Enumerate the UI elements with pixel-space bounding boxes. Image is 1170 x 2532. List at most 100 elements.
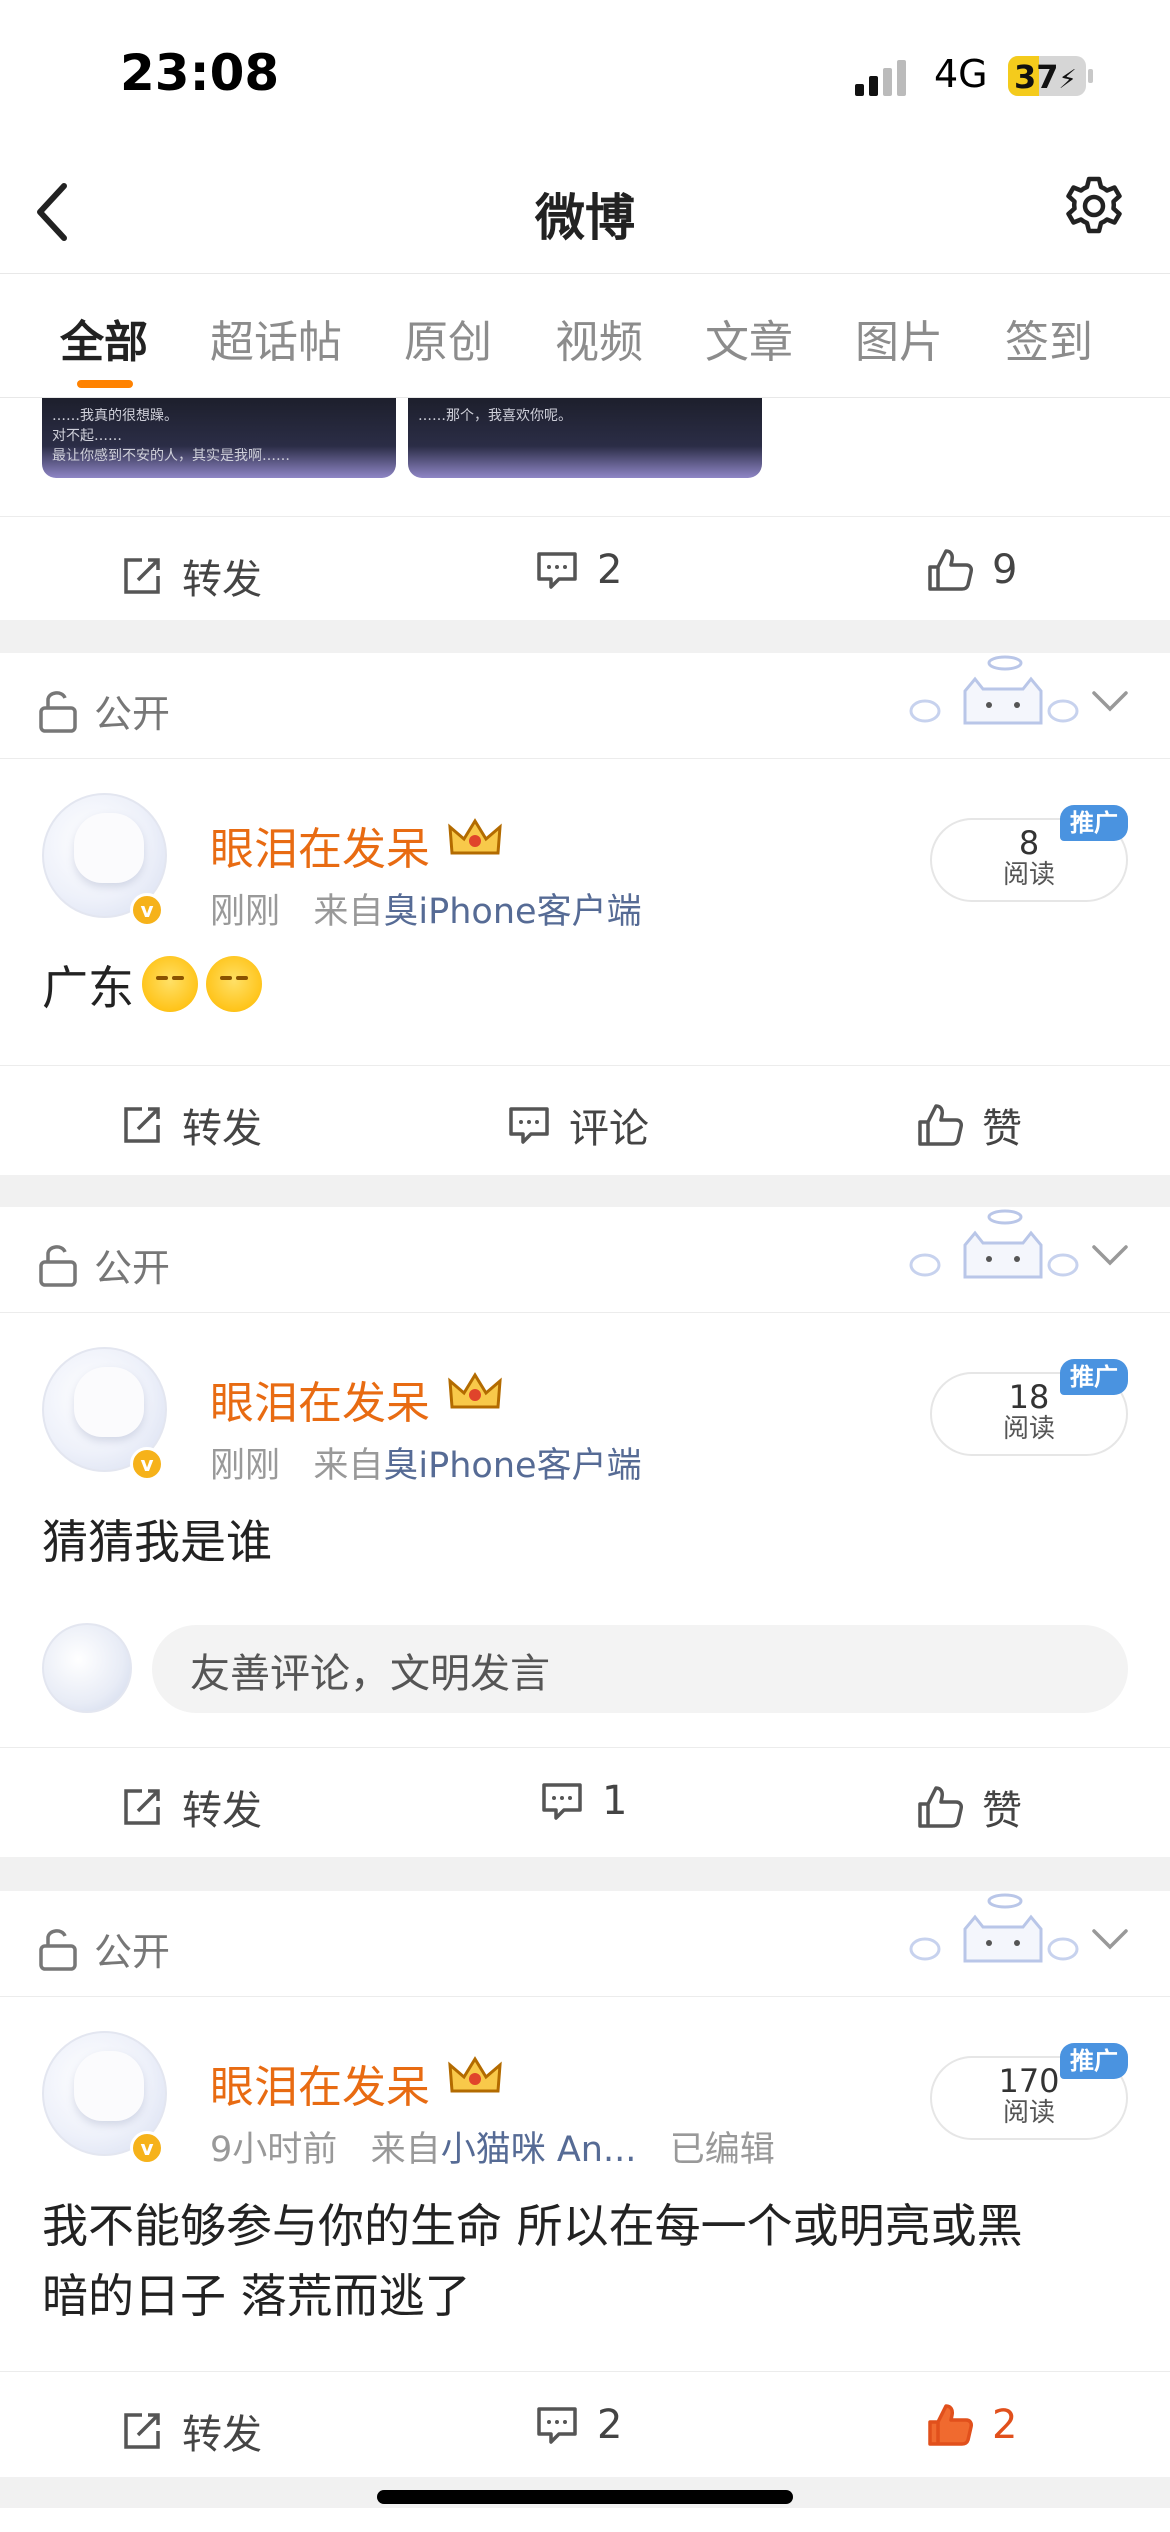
visibility-toggle[interactable]: 公开: [38, 683, 170, 738]
comment-count: 1: [602, 1778, 628, 1824]
repost-icon: [124, 1789, 160, 1825]
promote-badge[interactable]: 推广: [1060, 2043, 1128, 2079]
like-button[interactable]: 2: [926, 2402, 1017, 2448]
comment-icon: [509, 1107, 549, 1144]
source-prefix: 来自: [313, 892, 384, 932]
comment-button[interactable]: 2: [535, 547, 622, 593]
thumbs-up-icon: [918, 1104, 963, 1146]
visibility-label: 公开: [94, 692, 171, 736]
post-source[interactable]: 小猫咪 An...: [441, 2130, 637, 2170]
cat-decoration-icon: [909, 1893, 1079, 1963]
tab-supertopic[interactable]: 超话帖: [210, 306, 342, 370]
post-source[interactable]: 臭iPhone客户端: [383, 1446, 641, 1486]
like-button[interactable]: 9: [926, 547, 1017, 593]
unlock-icon: [39, 1244, 77, 1287]
comment-button[interactable]: 2: [535, 2402, 622, 2448]
thumbs-up-icon: [928, 549, 973, 591]
repost-button[interactable]: 转发: [120, 1778, 262, 1836]
post-actions: 转发 2 9: [0, 516, 1170, 620]
comment-button[interactable]: 评论: [507, 1096, 649, 1154]
visibility-toggle[interactable]: 公开: [38, 1921, 170, 1976]
thumbs-up-icon: [918, 1786, 963, 1828]
comment-icon: [542, 1783, 582, 1820]
image-text-line: 最让你感到不安的人，其实是我啊……: [52, 448, 290, 464]
post-text: 广东: [42, 953, 262, 1023]
post-card: 公开 v 眼泪在发呆 刚刚 来自臭iPhone客户端 8 阅读 推广 广东 转发…: [0, 653, 1170, 1175]
repost-label: 转发: [182, 557, 262, 603]
edited-label[interactable]: 已编辑: [670, 2130, 775, 2170]
chevron-down-icon[interactable]: [1090, 689, 1130, 713]
post-time: 刚刚: [210, 892, 281, 932]
like-button[interactable]: 赞: [916, 1778, 1022, 1836]
like-count: 9: [992, 547, 1018, 593]
unlock-icon: [39, 690, 77, 733]
read-label: 阅读: [1002, 1414, 1055, 1444]
image-text-line: ……我真的很想躁。: [52, 408, 178, 424]
post-card: 公开 v 眼泪在发呆 刚刚 来自臭iPhone客户端 18 阅读 推广 猜猜我是…: [0, 1207, 1170, 1857]
crown-badge-icon: [448, 2056, 502, 2093]
crown-badge-icon: [448, 818, 502, 855]
repost-button[interactable]: 转发: [120, 2402, 262, 2460]
tab-video[interactable]: 视频: [555, 306, 643, 370]
comment-input[interactable]: 友善评论，文明发言: [152, 1625, 1128, 1713]
gear-icon: [1066, 176, 1122, 234]
post-body: 广东: [42, 961, 134, 1015]
repost-label: 转发: [182, 2412, 262, 2458]
comment-icon: [537, 2407, 577, 2444]
emoji-icon: [142, 956, 198, 1012]
tab-original[interactable]: 原创: [404, 306, 492, 370]
chevron-down-icon[interactable]: [1090, 1243, 1130, 1267]
visibility-row: 公开: [0, 1891, 1170, 1997]
comment-button[interactable]: 1: [540, 1778, 627, 1824]
chevron-down-icon[interactable]: [1090, 1927, 1130, 1951]
battery-icon: 37⚡: [1008, 56, 1086, 96]
post-image[interactable]: ……我真的很想躁。 对不起…… 最让你感到不安的人，其实是我啊……: [42, 398, 396, 478]
read-label: 阅读: [1002, 2098, 1055, 2128]
promote-badge[interactable]: 推广: [1060, 805, 1128, 841]
comment-count: 2: [597, 2402, 623, 2448]
username[interactable]: 眼泪在发呆: [210, 2051, 430, 2115]
post-image[interactable]: ……那个，我喜欢你呢。: [408, 398, 762, 478]
page-title: 微博: [535, 189, 635, 247]
post-actions: 转发 1 赞: [0, 1747, 1170, 1851]
tab-all[interactable]: 全部: [60, 306, 148, 370]
username[interactable]: 眼泪在发呆: [210, 1367, 430, 1431]
visibility-toggle[interactable]: 公开: [38, 1237, 170, 1292]
verified-badge: v: [130, 893, 164, 927]
tab-image[interactable]: 图片: [855, 306, 943, 370]
comment-icon: [537, 552, 577, 589]
promote-badge[interactable]: 推广: [1060, 1359, 1128, 1395]
post-text: 猜猜我是谁: [42, 1515, 272, 1569]
post-body-line: 暗的日子 落荒而逃了: [42, 2269, 471, 2323]
tab-article[interactable]: 文章: [705, 306, 793, 370]
post-meta: 刚刚 来自臭iPhone客户端: [210, 883, 642, 934]
post-text: 我不能够参与你的生命 所以在每一个或明亮或黑 暗的日子 落荒而逃了: [42, 2191, 1023, 2331]
username[interactable]: 眼泪在发呆: [210, 813, 430, 877]
source-prefix: 来自: [370, 2130, 441, 2170]
source-prefix: 来自: [313, 1446, 384, 1486]
crown-badge-icon: [448, 1372, 502, 1409]
like-count: 2: [992, 2402, 1018, 2448]
repost-button[interactable]: 转发: [120, 547, 262, 605]
filter-tabs: 全部 超话帖 原创 视频 文章 图片 签到: [0, 274, 1170, 398]
active-tab-indicator: [77, 380, 133, 388]
verified-badge: v: [130, 2131, 164, 2165]
visibility-label: 公开: [94, 1930, 171, 1974]
home-indicator[interactable]: [377, 2490, 793, 2504]
like-button[interactable]: 赞: [916, 1096, 1022, 1154]
repost-label: 转发: [182, 1788, 262, 1834]
post-time: 9小时前: [210, 2130, 338, 2170]
tab-checkin[interactable]: 签到: [1005, 306, 1093, 370]
post-source[interactable]: 臭iPhone客户端: [383, 892, 641, 932]
my-avatar: [42, 1623, 132, 1713]
repost-button[interactable]: 转发: [120, 1096, 262, 1154]
next-post-card: [0, 2508, 1170, 2532]
network-type: 4G: [934, 52, 988, 96]
settings-button[interactable]: [1062, 174, 1126, 242]
post-card-partial: ……我真的很想躁。 对不起…… 最让你感到不安的人，其实是我啊…… ……那个，我…: [0, 398, 1170, 620]
repost-icon: [124, 2413, 160, 2449]
post-meta: 刚刚 来自臭iPhone客户端: [210, 1437, 642, 1488]
status-bar: 23:08 4G 37⚡: [0, 0, 1170, 150]
comment-label: 评论: [569, 1106, 649, 1152]
cat-decoration-icon: [909, 1209, 1079, 1279]
